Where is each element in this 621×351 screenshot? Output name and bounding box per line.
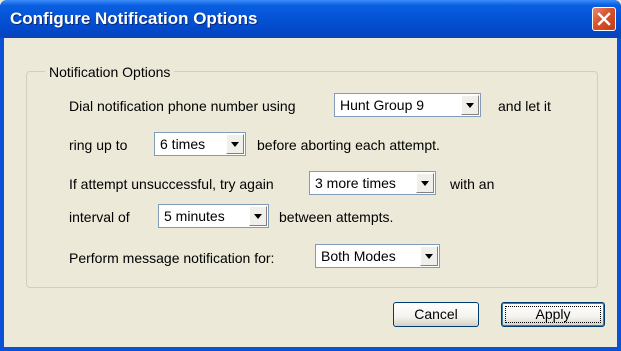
hunt-group-value: Hunt Group 9 [340, 97, 425, 113]
group-label: Notification Options [45, 64, 175, 80]
ring-count-value: 6 times [160, 136, 206, 152]
close-icon [597, 12, 611, 26]
notification-mode-value: Both Modes [321, 248, 396, 264]
cancel-button[interactable]: Cancel [393, 302, 479, 327]
with-an-label: with an [450, 176, 495, 192]
before-aborting-label: before aborting each attempt. [257, 137, 440, 153]
let-it-label: and let it [498, 98, 551, 114]
dropdown-arrow[interactable] [249, 206, 267, 226]
dialog-body: Notification Options Dial notification p… [4, 38, 617, 347]
configure-notification-dialog: Configure Notification Options Notificat… [0, 0, 621, 351]
title-bar[interactable]: Configure Notification Options [0, 0, 621, 38]
interval-select[interactable]: 5 minutes [158, 204, 269, 228]
chevron-down-icon [231, 142, 239, 147]
between-attempts-label: between attempts. [279, 209, 394, 225]
ring-up-to-label: ring up to [69, 137, 128, 153]
apply-button-label: Apply [505, 306, 601, 323]
retry-count-value: 3 more times [315, 175, 396, 191]
dialog-title: Configure Notification Options [10, 9, 258, 28]
dropdown-arrow[interactable] [420, 246, 438, 266]
notification-mode-select[interactable]: Both Modes [315, 244, 440, 268]
chevron-down-icon [254, 214, 262, 219]
apply-button[interactable]: Apply [501, 302, 605, 327]
dropdown-arrow[interactable] [461, 95, 479, 115]
dropdown-arrow[interactable] [416, 173, 434, 193]
chevron-down-icon [421, 181, 429, 186]
hunt-group-select[interactable]: Hunt Group 9 [334, 93, 481, 117]
chevron-down-icon [425, 254, 433, 259]
chevron-down-icon [466, 103, 474, 108]
retry-label: If attempt unsuccessful, try again [69, 176, 274, 192]
interval-of-label: interval of [69, 209, 130, 225]
ring-count-select[interactable]: 6 times [154, 132, 246, 156]
retry-count-select[interactable]: 3 more times [309, 171, 436, 195]
close-button[interactable] [592, 7, 616, 31]
perform-notification-label: Perform message notification for: [69, 250, 275, 266]
dial-using-label: Dial notification phone number using [69, 98, 296, 114]
dropdown-arrow[interactable] [226, 134, 244, 154]
interval-value: 5 minutes [164, 208, 225, 224]
